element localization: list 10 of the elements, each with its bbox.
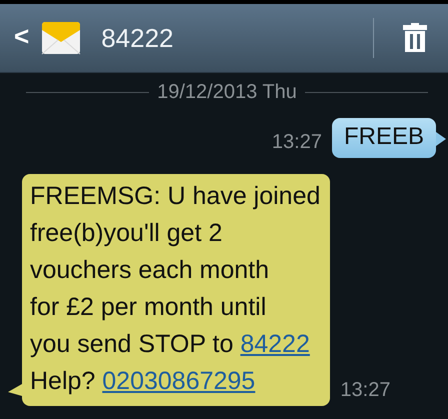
- message-link[interactable]: 02030867295: [102, 367, 256, 395]
- back-button[interactable]: <: [0, 20, 34, 56]
- message-time: 13:27: [272, 131, 322, 155]
- message-text: FREEMSG: U have joined free(b)you'll get 2 vouchers each month for £2 per month until you send STOP to 84222 Help? 02030867295: [30, 181, 320, 397]
- date-divider: 19/12/2013 Thu: [157, 81, 297, 104]
- message-link[interactable]: 84222: [240, 330, 310, 358]
- delete-icon[interactable]: [402, 23, 428, 53]
- contact-title: 84222: [101, 22, 174, 54]
- message-time: 13:27: [340, 379, 390, 403]
- message-text: FREEB: [344, 122, 424, 152]
